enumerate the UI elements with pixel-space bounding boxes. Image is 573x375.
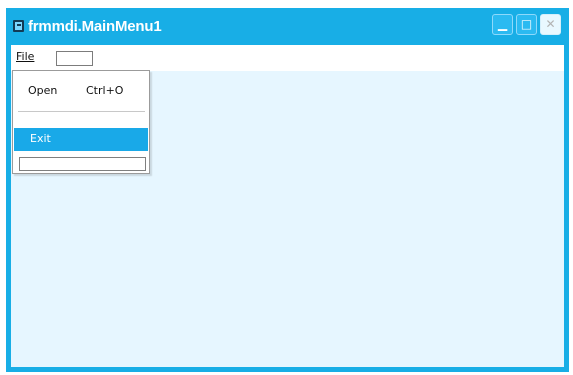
window-controls: ▁ □ ✕: [492, 14, 561, 35]
menu-file[interactable]: File: [16, 50, 34, 63]
menu-item-open-shortcut: Ctrl+O: [86, 84, 124, 97]
menu-item-open[interactable]: Open Ctrl+O: [28, 84, 146, 100]
menu-item-exit[interactable]: Exit: [14, 128, 148, 151]
menu-separator: [18, 111, 145, 112]
submenu-type-here-box[interactable]: [19, 157, 146, 171]
main-window: frmmdi.MainMenu1 ▁ □ ✕ File: [6, 8, 569, 372]
file-dropdown-menu: Open Ctrl+O Exit: [12, 70, 150, 174]
app-form-icon: [13, 20, 24, 32]
close-button[interactable]: ✕: [540, 14, 561, 35]
menu-bar: File: [11, 45, 564, 71]
maximize-button[interactable]: □: [516, 14, 537, 35]
menu-item-open-label: Open: [28, 84, 58, 97]
title-bar[interactable]: frmmdi.MainMenu1 ▁ □ ✕: [6, 8, 569, 45]
menu-file-label: File: [16, 50, 35, 63]
menu-item-exit-label: Exit: [30, 132, 51, 145]
menu-type-here-box[interactable]: [56, 51, 93, 66]
minimize-button[interactable]: ▁: [492, 14, 513, 35]
window-title: frmmdi.MainMenu1: [28, 18, 162, 35]
